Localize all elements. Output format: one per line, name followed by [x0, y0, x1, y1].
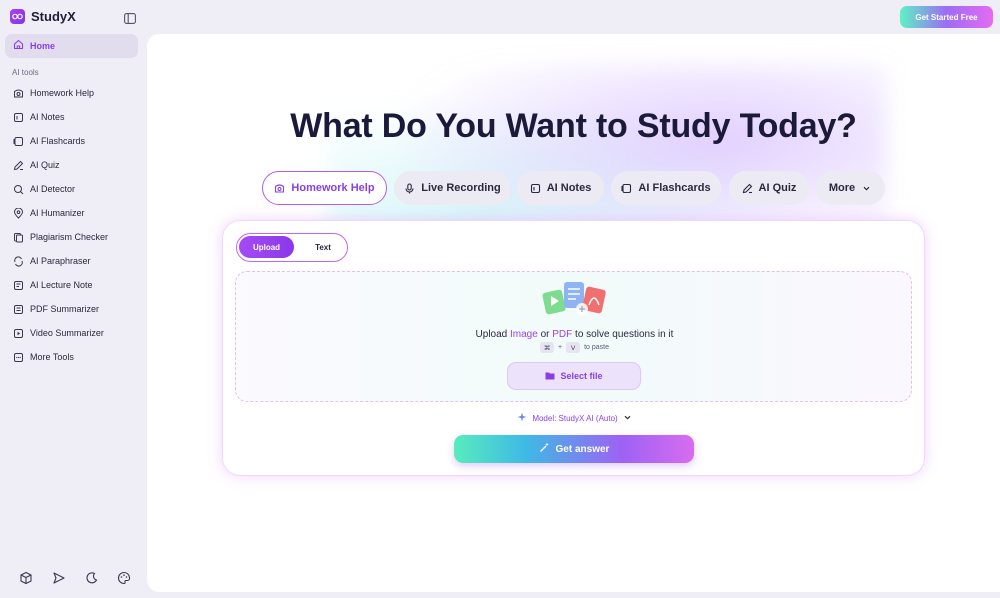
- get-started-button[interactable]: Get Started Free: [900, 6, 993, 28]
- model-selector[interactable]: Model: StudyX AI (Auto): [223, 412, 926, 424]
- sidebar-item-ai-detector[interactable]: AI Detector: [0, 177, 146, 201]
- quiz-icon: [742, 183, 753, 194]
- model-label: Model: StudyX AI (Auto): [532, 413, 618, 423]
- tab-label: More: [828, 182, 856, 194]
- sidebar-item-ai-flashcards[interactable]: AI Flashcards: [0, 129, 146, 153]
- upload-text-prefix: Upload: [475, 329, 511, 340]
- upload-text-or: or: [537, 329, 553, 340]
- home-icon: [13, 37, 24, 55]
- sidebar-item-label: AI Notes: [30, 112, 65, 122]
- detector-icon: [13, 184, 24, 195]
- upload-instructions: Upload Image or PDF to solve questions i…: [236, 329, 913, 340]
- tab-homework-help[interactable]: Homework Help: [262, 171, 387, 205]
- plagiarism-icon: [13, 232, 24, 243]
- main-panel: What Do You Want to Study Today? Homewor…: [147, 34, 1000, 592]
- pdf-link[interactable]: PDF: [552, 329, 572, 340]
- cube-icon[interactable]: [19, 571, 33, 585]
- brand-name: StudyX: [31, 9, 76, 24]
- flashcards-icon: [621, 183, 632, 194]
- get-answer-label: Get answer: [555, 443, 610, 455]
- sidebar-item-home[interactable]: Home: [5, 34, 138, 58]
- v-key: V: [566, 342, 581, 353]
- sidebar-item-ai-lecture-note[interactable]: AI Lecture Note: [0, 273, 146, 297]
- sparkle-icon: [517, 412, 527, 424]
- chevron-down-icon: [861, 183, 872, 194]
- tab-label: Live Recording: [421, 182, 501, 194]
- sidebar-item-homework-help[interactable]: Homework Help: [0, 81, 146, 105]
- page-title: What Do You Want to Study Today?: [290, 107, 857, 145]
- sidebar-item-plagiarism-checker[interactable]: Plagiarism Checker: [0, 225, 146, 249]
- lecture-note-icon: [13, 280, 24, 291]
- sidebar-item-label: PDF Summarizer: [30, 304, 100, 314]
- tab-label: Homework Help: [291, 182, 375, 194]
- sidebar-footer: [0, 571, 146, 589]
- tab-ai-notes[interactable]: AI Notes: [517, 171, 604, 205]
- mode-text-button[interactable]: Text: [299, 236, 347, 258]
- sidebar-item-ai-quiz[interactable]: AI Quiz: [0, 153, 146, 177]
- moon-icon[interactable]: [85, 571, 99, 585]
- camera-icon: [274, 183, 285, 194]
- brand[interactable]: StudyX: [10, 9, 76, 24]
- send-icon[interactable]: [52, 571, 66, 585]
- tab-live-recording[interactable]: Live Recording: [394, 171, 511, 205]
- sidebar-nav: Homework Help AI Notes AI Flashcards AI …: [0, 81, 146, 369]
- sidebar-item-label: Video Summarizer: [30, 328, 104, 338]
- input-mode-toggle: Upload Text: [236, 233, 348, 262]
- sidebar-item-label: Home: [30, 41, 56, 51]
- sidebar-item-more-tools[interactable]: More Tools: [0, 345, 146, 369]
- paste-label: to paste: [584, 344, 609, 351]
- camera-icon: [13, 88, 24, 99]
- humanizer-icon: [13, 207, 24, 219]
- sidebar-item-label: AI Paraphraser: [30, 256, 91, 266]
- sidebar-item-ai-notes[interactable]: AI Notes: [0, 105, 146, 129]
- homework-card: Upload Text Upload Image or PDF to solve…: [222, 220, 925, 476]
- sidebar-item-label: AI Humanizer: [30, 208, 85, 218]
- sidebar: StudyX Home AI tools Homework Help AI No…: [0, 0, 146, 598]
- tab-label: AI Notes: [546, 182, 592, 194]
- video-icon: [13, 328, 24, 339]
- notes-icon: [13, 112, 24, 123]
- paraphraser-icon: [13, 255, 24, 267]
- image-link[interactable]: Image: [510, 329, 538, 340]
- tab-ai-quiz[interactable]: AI Quiz: [729, 171, 809, 205]
- command-key: ⌘: [539, 342, 554, 353]
- file-dropzone[interactable]: Upload Image or PDF to solve questions i…: [235, 271, 912, 402]
- sidebar-item-label: AI Detector: [30, 184, 76, 194]
- sidebar-item-ai-humanizer[interactable]: AI Humanizer: [0, 201, 146, 225]
- tab-label: AI Quiz: [758, 182, 797, 194]
- plus-sign: +: [557, 344, 563, 351]
- palette-icon[interactable]: [117, 571, 131, 585]
- mode-upload-button[interactable]: Upload: [239, 236, 294, 258]
- quiz-icon: [13, 160, 24, 171]
- select-file-label: Select file: [560, 371, 603, 381]
- folder-icon: [545, 371, 555, 382]
- file-types-illustration-icon: [538, 279, 612, 319]
- chevron-down-icon: [623, 413, 632, 424]
- flashcards-icon: [13, 136, 24, 147]
- sidebar-item-label: Plagiarism Checker: [30, 232, 109, 242]
- tab-more[interactable]: More: [816, 171, 885, 205]
- select-file-button[interactable]: Select file: [507, 362, 641, 390]
- sidebar-item-label: AI Quiz: [30, 160, 60, 170]
- magic-wand-icon: [539, 442, 550, 456]
- sidebar-item-label: Homework Help: [30, 88, 95, 98]
- upload-text-suffix: to solve questions in it: [572, 329, 674, 340]
- sidebar-item-pdf-summarizer[interactable]: PDF Summarizer: [0, 297, 146, 321]
- pdf-icon: [13, 304, 24, 315]
- section-label: AI tools: [12, 68, 39, 77]
- tab-ai-flashcards[interactable]: AI Flashcards: [611, 171, 721, 205]
- tab-label: AI Flashcards: [638, 182, 711, 194]
- microphone-icon: [404, 182, 415, 194]
- notes-icon: [530, 183, 541, 194]
- studyx-logo-icon: [10, 9, 25, 24]
- sidebar-item-ai-paraphraser[interactable]: AI Paraphraser: [0, 249, 146, 273]
- paste-hint: ⌘ + V to paste: [236, 342, 913, 353]
- sidebar-item-video-summarizer[interactable]: Video Summarizer: [0, 321, 146, 345]
- more-tools-icon: [13, 352, 24, 363]
- sidebar-item-label: AI Flashcards: [30, 136, 86, 146]
- sidebar-item-label: More Tools: [30, 352, 74, 362]
- get-answer-button[interactable]: Get answer: [454, 435, 694, 463]
- sidebar-toggle-icon[interactable]: [124, 11, 136, 24]
- sidebar-item-label: AI Lecture Note: [30, 280, 93, 290]
